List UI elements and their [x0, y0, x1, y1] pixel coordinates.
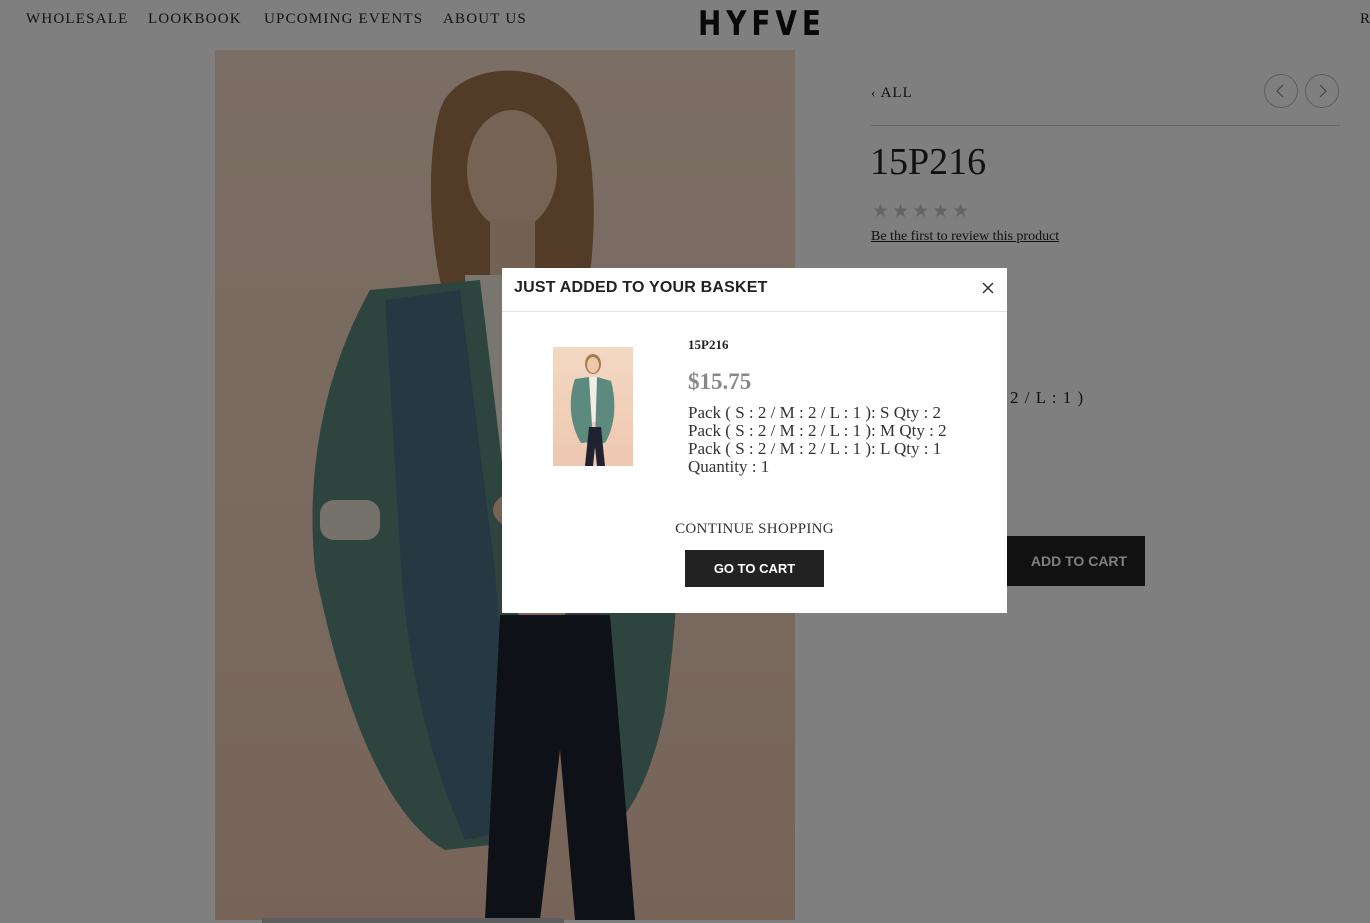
continue-shopping-link[interactable]: CONTINUE SHOPPING: [502, 521, 1007, 538]
modal-header: JUST ADDED TO YOUR BASKET: [502, 268, 1007, 312]
cart-item-option: Pack ( S : 2 / M : 2 / L : 1 ): L Qty : …: [688, 439, 942, 458]
cart-item-name: 15P216: [688, 337, 729, 352]
cart-item-thumbnail: [553, 347, 633, 466]
close-button[interactable]: [978, 278, 998, 298]
cart-item-option: Pack ( S : 2 / M : 2 / L : 1 ): M Qty : …: [688, 421, 947, 440]
thumbnail-illustration: [570, 354, 615, 466]
cart-item-option: Pack ( S : 2 / M : 2 / L : 1 ): S Qty : …: [688, 403, 941, 422]
close-icon: [982, 282, 994, 294]
cart-item-quantity: Quantity : 1: [688, 457, 770, 476]
added-to-basket-modal: JUST ADDED TO YOUR BASKET 15P216 $15.75 …: [502, 268, 1007, 613]
modal-title: JUST ADDED TO YOUR BASKET: [514, 279, 768, 296]
go-to-cart-button[interactable]: GO TO CART: [685, 550, 824, 587]
cart-item-price: $15.75: [688, 369, 752, 394]
